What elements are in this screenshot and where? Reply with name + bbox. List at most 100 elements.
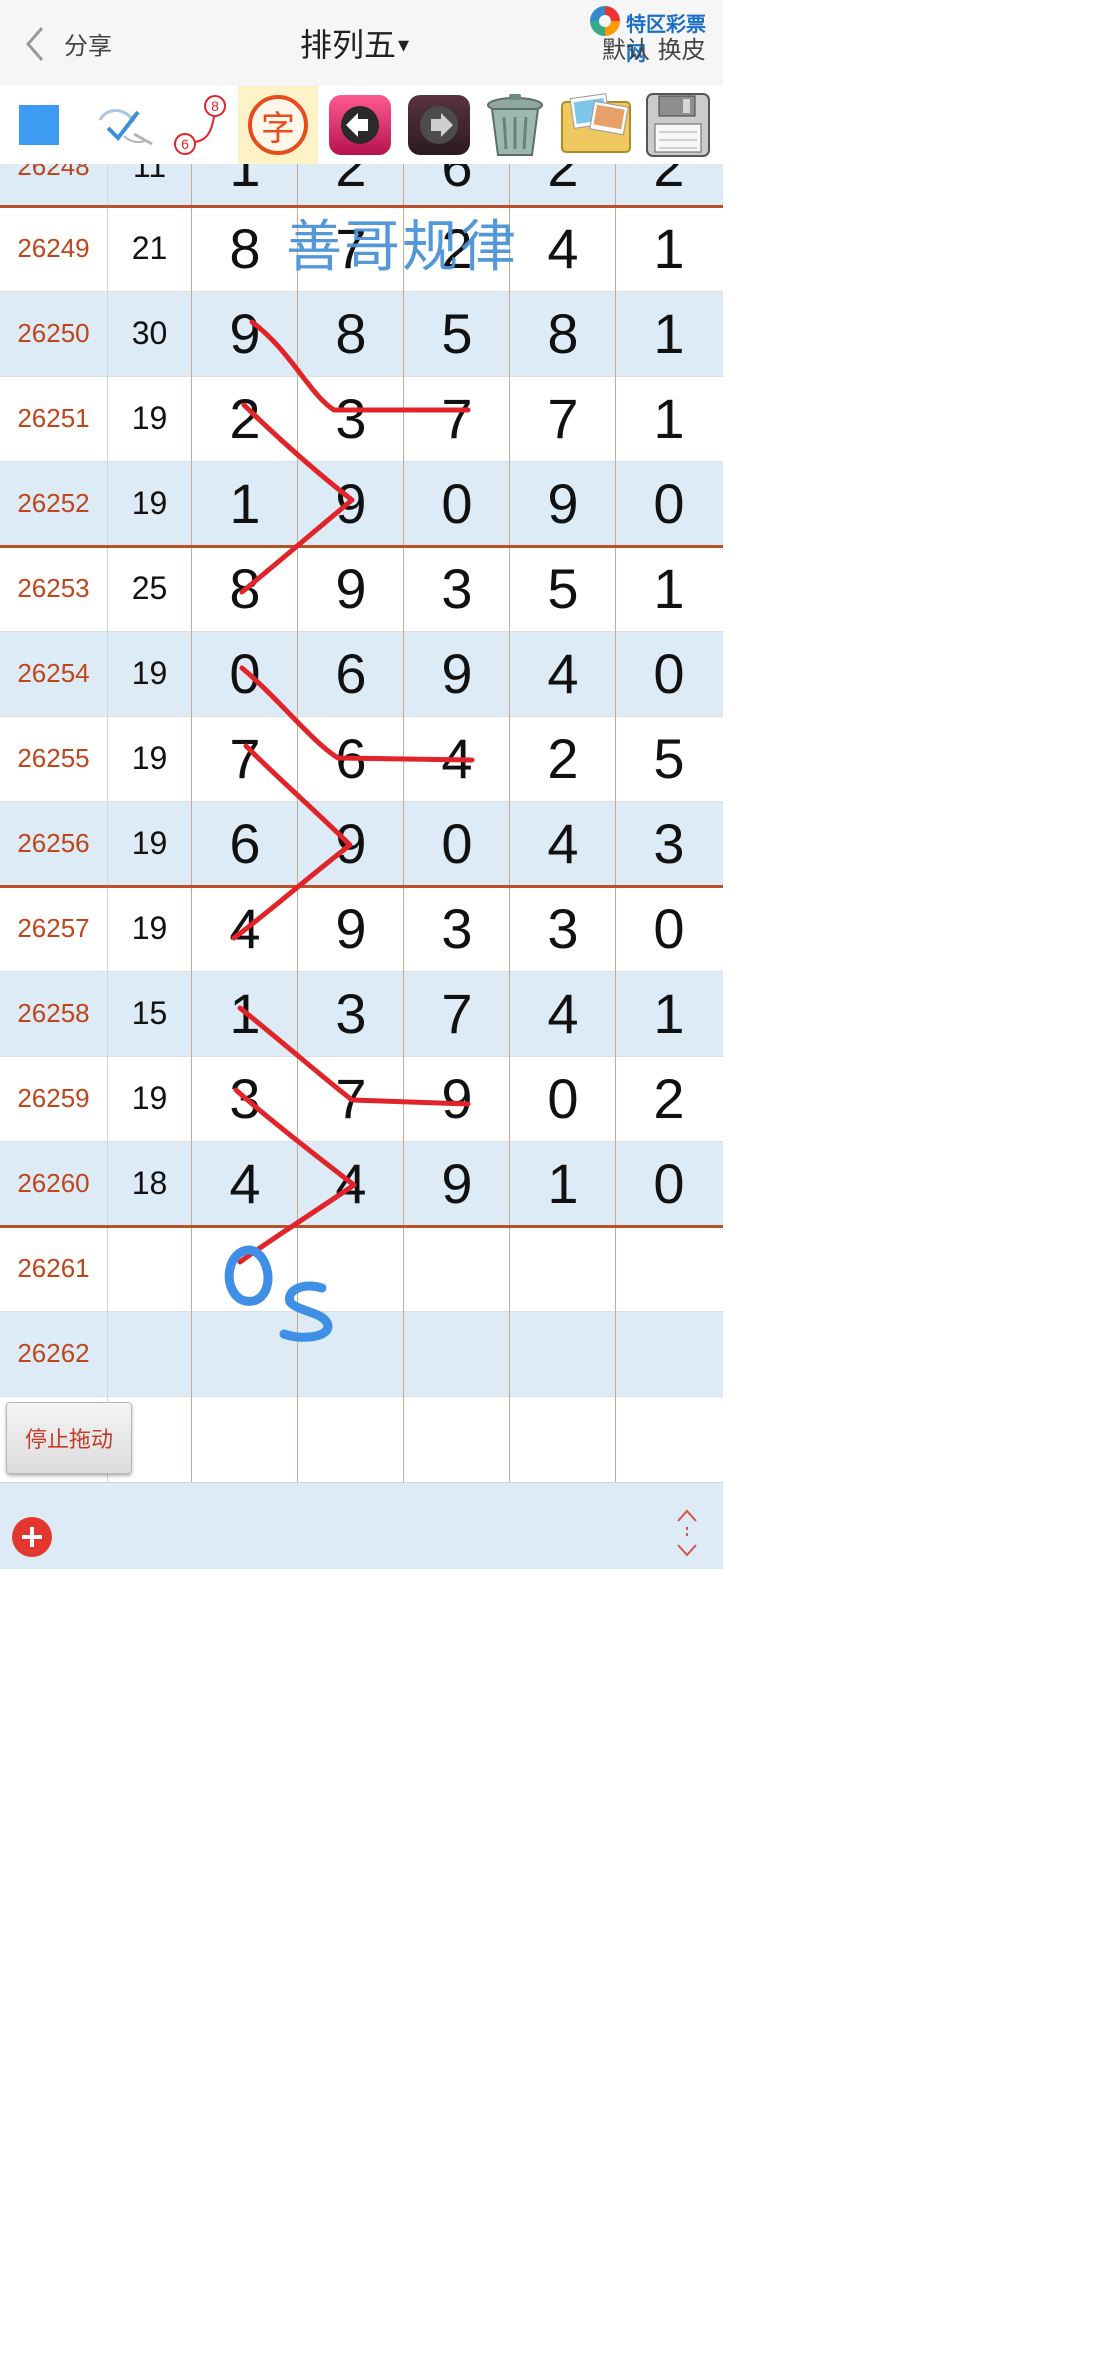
digit-sum: [107, 1226, 192, 1311]
digit-1: 7: [229, 727, 261, 790]
digit-sum: 19: [131, 1080, 168, 1116]
issue-number: 26257: [17, 913, 90, 943]
stop-drag-button[interactable]: 停止拖动: [6, 1402, 132, 1474]
group-separator: [0, 885, 723, 888]
digit-4: 9: [547, 472, 579, 535]
digit-1: [192, 1226, 298, 1311]
share-button[interactable]: 分享: [64, 26, 112, 61]
pen-tool-button[interactable]: [92, 86, 158, 164]
scroll-toggle-button[interactable]: [670, 1507, 704, 1559]
digit-1: 4: [229, 897, 261, 960]
column-divider: [297, 164, 298, 1482]
digit-3: 5: [441, 302, 473, 365]
connect-tool-button[interactable]: 8 6: [166, 86, 234, 164]
digit-4: 1: [547, 1152, 579, 1215]
digit-sum: 19: [131, 655, 168, 691]
digit-sum: 19: [131, 910, 168, 946]
digit-5: 2: [653, 164, 685, 198]
column-divider: [107, 164, 108, 1482]
scroll-updown-icon: [677, 1509, 697, 1557]
digit-3: [404, 1311, 510, 1396]
skin-switch-button[interactable]: 默认 换皮: [602, 30, 706, 65]
undo-arrow-icon: [329, 95, 391, 155]
add-circle-icon: [22, 1527, 42, 1547]
digit-2: 9: [335, 472, 367, 535]
digit-4: 4: [547, 812, 579, 875]
digit-2: 7: [335, 1067, 367, 1130]
issue-number: 26256: [17, 828, 90, 858]
digit-2: 3: [335, 982, 367, 1045]
page-title: 排列五: [300, 26, 397, 64]
digit-2: 9: [335, 897, 367, 960]
digit-1: 1: [229, 164, 261, 198]
digit-5: 0: [653, 472, 685, 535]
digit-sum: 19: [131, 825, 168, 861]
floppy-save-icon: [646, 93, 710, 157]
digit-4: 2: [547, 727, 579, 790]
issue-number: 26251: [17, 403, 90, 433]
text-tool-button[interactable]: 字: [238, 86, 318, 164]
issue-number: 26259: [17, 1083, 90, 1113]
issue-number: 26254: [17, 658, 90, 688]
digit-3: 0: [441, 472, 473, 535]
issue-number: 26248: [17, 164, 90, 181]
gallery-button[interactable]: [556, 86, 636, 164]
save-button[interactable]: [640, 86, 716, 164]
redo-button[interactable]: [403, 86, 475, 164]
trash-icon: [487, 94, 543, 156]
digit-4: 4: [547, 642, 579, 705]
issue-number: 26249: [17, 233, 90, 263]
drawing-toolbar: 8 6 字: [0, 86, 723, 164]
digit-sum: 19: [131, 740, 168, 776]
digit-1: 8: [229, 217, 261, 280]
digit-sum: 19: [131, 400, 168, 436]
digit-sum: [107, 1311, 192, 1396]
digit-5: 1: [653, 302, 685, 365]
issue-number: 26258: [17, 998, 90, 1028]
digit-1: [192, 1311, 298, 1396]
app-header: 分享 排列五▾ 特区彩票网 默认 换皮: [0, 0, 723, 87]
column-divider: [403, 164, 404, 1482]
digit-4: 5: [547, 557, 579, 620]
undo-button[interactable]: [325, 86, 395, 164]
pen-check-icon: [98, 109, 153, 146]
digit-1: 6: [229, 812, 261, 875]
digit-1: 8: [229, 557, 261, 620]
color-picker-button[interactable]: [18, 86, 60, 164]
digit-5: 1: [653, 982, 685, 1045]
draw-table[interactable]: 26248 11 1 2 6 2 2 26249 21 8 7 2 4 1 26…: [0, 164, 723, 1482]
digit-5: 0: [653, 642, 685, 705]
issue-number: 26260: [17, 1168, 90, 1198]
group-separator: [0, 545, 723, 548]
digit-sum: 11: [132, 164, 167, 184]
add-button[interactable]: [12, 1517, 52, 1557]
digit-sum: 25: [131, 570, 168, 606]
dropdown-caret-icon: ▾: [398, 33, 410, 58]
node-label-6: 6: [181, 136, 189, 152]
clear-button[interactable]: [478, 86, 552, 164]
digit-1: 2: [229, 387, 261, 450]
digit-4: 3: [547, 897, 579, 960]
digit-5: 1: [653, 387, 685, 450]
digit-5: 5: [653, 727, 685, 790]
digit-4: 2: [547, 164, 579, 198]
issue-number: 26262: [17, 1338, 90, 1368]
back-button[interactable]: [18, 22, 58, 66]
digit-1: 1: [229, 472, 261, 535]
digit-5: 0: [653, 1152, 685, 1215]
digit-5: [616, 1311, 722, 1396]
digit-3: 9: [441, 1067, 473, 1130]
digit-2: 6: [335, 727, 367, 790]
digit-1: 9: [229, 302, 261, 365]
issue-number: 26255: [17, 743, 90, 773]
node-label-8: 8: [211, 98, 219, 114]
digit-3: 9: [441, 642, 473, 705]
issue-number: 26250: [17, 318, 90, 348]
redo-arrow-icon: [408, 95, 470, 155]
digit-2: [298, 1311, 404, 1396]
digit-5: [616, 1226, 722, 1311]
digit-5: 3: [653, 812, 685, 875]
group-separator: [0, 1225, 723, 1228]
lottery-type-dropdown[interactable]: 排列五▾: [300, 20, 409, 66]
bottom-bar: [0, 1482, 723, 1569]
